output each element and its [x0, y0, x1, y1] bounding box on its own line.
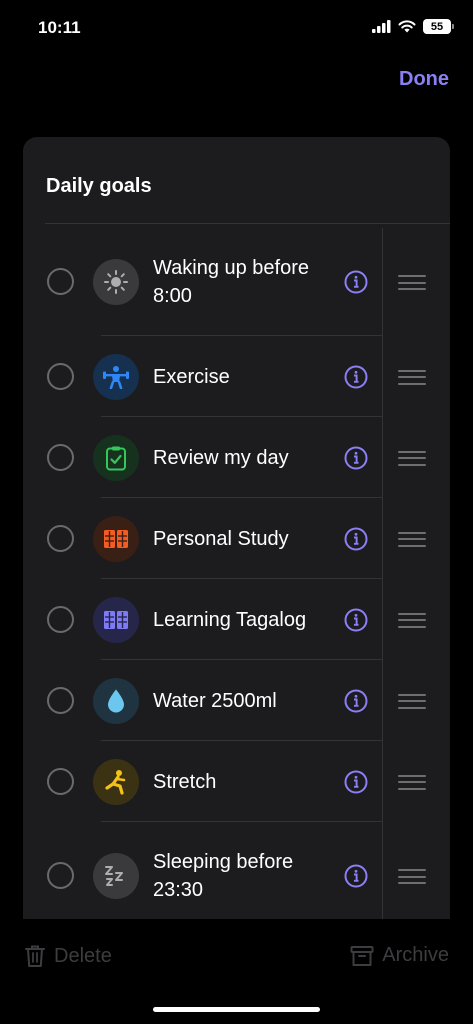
drag-handle-icon[interactable] [398, 612, 426, 628]
divider [382, 741, 383, 822]
drag-handle-icon[interactable] [398, 450, 426, 466]
archive-button[interactable]: Archive [350, 944, 449, 967]
battery-icon: 55 [423, 19, 454, 34]
goal-row[interactable]: Personal Study [23, 498, 450, 579]
drag-handle-icon[interactable] [398, 531, 426, 547]
home-indicator[interactable] [153, 1007, 320, 1012]
goal-checkbox[interactable] [47, 767, 74, 795]
info-icon[interactable] [344, 770, 368, 794]
done-button[interactable]: Done [399, 68, 449, 91]
info-icon[interactable] [344, 689, 368, 713]
info-icon[interactable] [344, 608, 368, 632]
divider [382, 417, 383, 498]
divider [45, 223, 450, 224]
card-title: Daily goals [46, 175, 152, 197]
goal-row[interactable]: Exercise [23, 336, 450, 417]
water-drop-icon [93, 677, 139, 724]
daily-goals-card: Daily goals Waking up before 8:00 Exerci… [23, 137, 450, 919]
goal-row[interactable]: Stretch [23, 741, 450, 822]
goal-label: Sleeping before 23:30 [153, 851, 294, 901]
bottom-toolbar: Delete Archive [0, 930, 473, 990]
divider [382, 228, 383, 336]
status-time: 10:11 [38, 18, 81, 37]
goal-checkbox[interactable] [47, 686, 74, 714]
drag-handle-icon[interactable] [398, 774, 426, 790]
status-bar: 10:11 55 [0, 0, 473, 56]
archive-label: Archive [382, 944, 449, 966]
goal-label: Water 2500ml [153, 689, 277, 712]
cellular-signal-icon [372, 20, 391, 33]
goal-checkbox[interactable] [47, 524, 74, 552]
book-icon [93, 596, 139, 643]
goal-checkbox[interactable] [47, 268, 74, 295]
goal-checkbox[interactable] [47, 362, 74, 390]
goal-label: Personal Study [153, 527, 289, 550]
goal-row[interactable]: Review my day [23, 417, 450, 498]
goal-checkbox[interactable] [47, 862, 74, 889]
archive-box-icon [350, 945, 374, 966]
delete-label: Delete [54, 944, 112, 967]
book-icon [93, 515, 139, 562]
info-icon[interactable] [344, 365, 368, 389]
goals-list: Waking up before 8:00 Exercise Review my… [23, 228, 450, 919]
goal-checkbox[interactable] [47, 443, 74, 471]
goal-row[interactable]: Learning Tagalog [23, 579, 450, 660]
divider [382, 498, 383, 579]
goal-row[interactable]: Sleeping before 23:30 [23, 822, 450, 919]
drag-handle-icon[interactable] [398, 693, 426, 709]
drag-handle-icon[interactable] [398, 869, 426, 884]
goal-label: Learning Tagalog [153, 608, 307, 631]
goal-row[interactable]: Water 2500ml [23, 660, 450, 741]
goal-row[interactable]: Waking up before 8:00 [23, 228, 450, 336]
goal-checkbox[interactable] [47, 605, 74, 633]
sun-icon [93, 259, 139, 305]
wifi-icon [398, 20, 416, 33]
delete-button[interactable]: Delete [24, 944, 112, 968]
zzz-icon [93, 853, 139, 899]
divider [382, 579, 383, 660]
info-icon[interactable] [344, 446, 368, 470]
info-icon[interactable] [344, 270, 368, 294]
trash-icon [25, 945, 45, 967]
weightlifter-icon [93, 353, 139, 400]
divider [382, 660, 383, 741]
divider [382, 822, 383, 919]
info-icon[interactable] [344, 864, 368, 888]
divider [382, 336, 383, 417]
status-icons: 55 [372, 19, 454, 34]
drag-handle-icon[interactable] [398, 369, 426, 385]
info-icon[interactable] [344, 527, 368, 551]
goal-label: Waking up before 8:00 [153, 257, 310, 307]
goal-label: Stretch [153, 770, 217, 793]
clipboard-check-icon [93, 434, 139, 481]
stretch-figure-icon [93, 758, 139, 805]
goal-label: Review my day [153, 446, 289, 469]
goal-label: Exercise [153, 365, 230, 388]
drag-handle-icon[interactable] [398, 275, 426, 290]
